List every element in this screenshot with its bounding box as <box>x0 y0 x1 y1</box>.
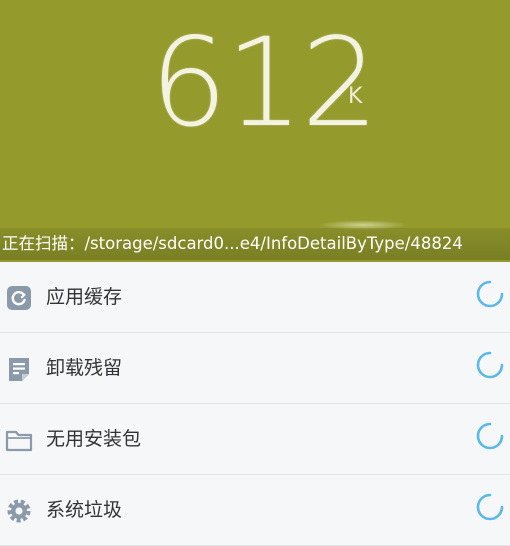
list-item-label: 应用缓存 <box>46 286 123 308</box>
loading-spinner-icon <box>476 422 504 450</box>
junk-size-value: 612 <box>150 12 379 154</box>
list-item-unused-apk[interactable]: 无用安装包 <box>0 404 510 475</box>
loading-spinner-icon <box>476 280 504 308</box>
gear-icon <box>5 497 33 525</box>
list-item-app-cache[interactable]: 应用缓存 <box>0 262 510 333</box>
document-icon <box>5 355 33 383</box>
app-cache-icon <box>5 284 33 312</box>
list-item-system-junk[interactable]: 系统垃圾 <box>0 475 510 546</box>
scan-header: 612 K 正在扫描：/storage/sdcard0...e4/InfoDet… <box>0 0 510 262</box>
list-item-label: 无用安装包 <box>46 428 142 450</box>
folder-icon <box>5 426 33 454</box>
junk-size-unit: K <box>348 84 363 109</box>
loading-spinner-icon <box>476 493 504 521</box>
scan-status-text: 正在扫描：/storage/sdcard0...e4/InfoDetailByT… <box>0 228 510 260</box>
list-item-uninstall-residue[interactable]: 卸载残留 <box>0 333 510 404</box>
list-item-label: 卸载残留 <box>46 357 123 379</box>
junk-category-list: 应用缓存 卸载残留 无用安装包 系统垃圾 <box>0 262 510 546</box>
list-item-label: 系统垃圾 <box>46 499 123 521</box>
loading-spinner-icon <box>476 351 504 379</box>
